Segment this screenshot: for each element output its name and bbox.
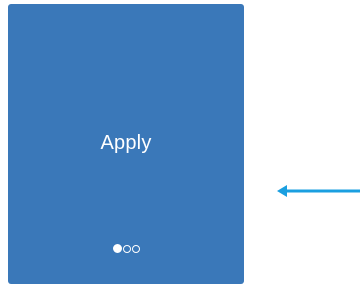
apply-card[interactable]: Apply — [8, 4, 244, 284]
page-dot-1-active[interactable] — [112, 244, 122, 253]
page-dot-3[interactable] — [131, 244, 140, 253]
page-dot-2[interactable] — [122, 244, 131, 253]
left-arrow-icon — [277, 185, 360, 197]
screen: Apply — [0, 0, 360, 288]
apply-card-label: Apply — [100, 132, 152, 154]
pagination-dots — [8, 244, 244, 253]
